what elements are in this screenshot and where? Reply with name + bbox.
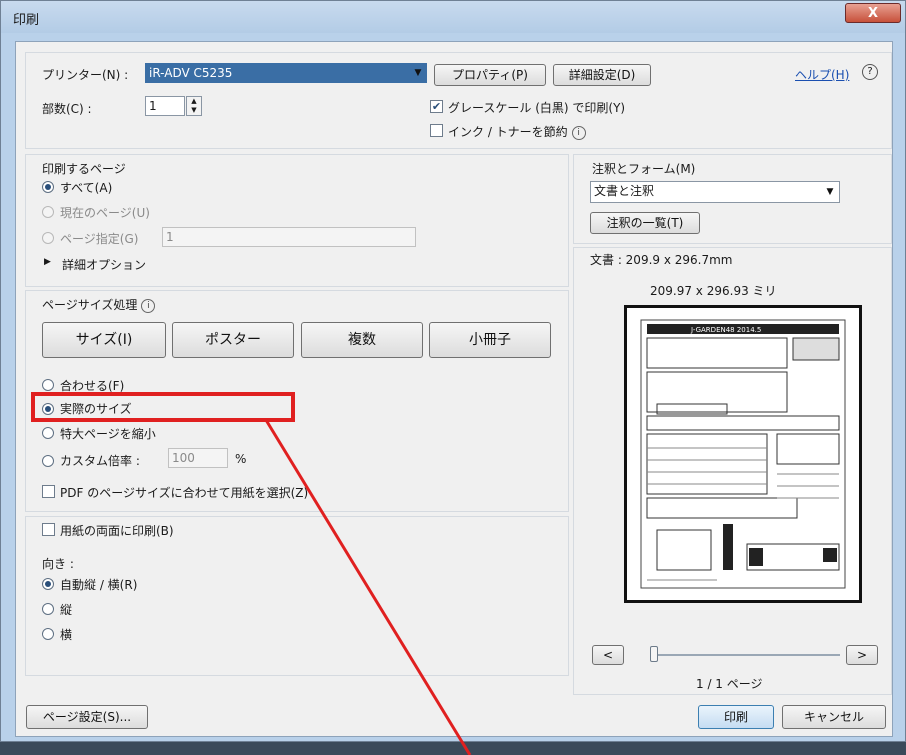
highlight-arrow	[264, 419, 472, 755]
